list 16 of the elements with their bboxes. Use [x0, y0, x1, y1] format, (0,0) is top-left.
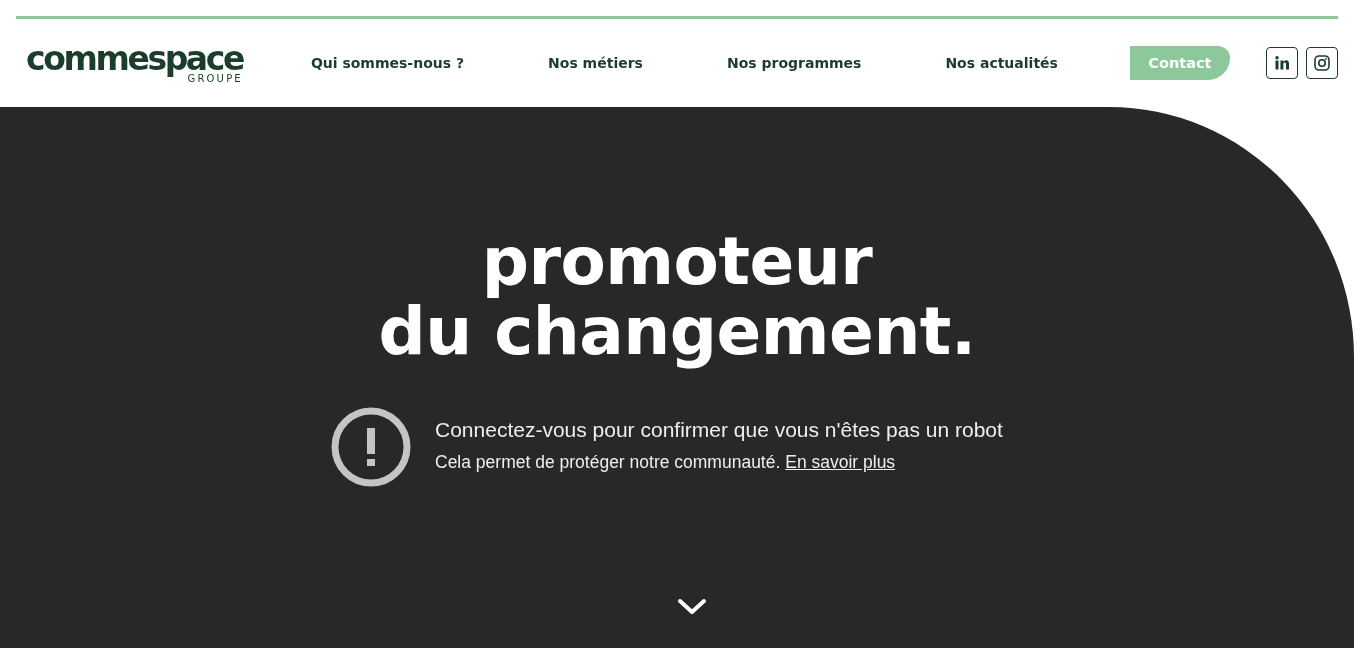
logo[interactable]: commespace GROUPE — [26, 44, 243, 84]
nav-link[interactable]: Nos actualités — [945, 55, 1058, 71]
nav-link[interactable]: Nos programmes — [726, 55, 862, 71]
notice-text: Cela permet de protéger notre communauté. En savoir plus — [435, 452, 897, 473]
hero-heading: du changement. — [378, 297, 976, 367]
alert-icon — [331, 407, 411, 487]
hero-heading: promoteur — [481, 227, 873, 297]
nav-link[interactable]: Nos métiers — [548, 55, 643, 71]
nav-link[interactable]: Qui sommes-nous ? — [310, 55, 465, 71]
chevron-down-icon[interactable] — [677, 598, 707, 616]
learn-more-link[interactable]: En savoir plus — [785, 452, 896, 472]
instagram-button[interactable] — [1306, 47, 1338, 79]
instagram-icon — [1314, 55, 1330, 71]
notice-title: Connectez-vous pour confirmer que vous n'êtes pas un robot — [435, 418, 1003, 442]
linkedin-button[interactable] — [1266, 47, 1298, 79]
linkedin-icon — [1275, 56, 1289, 70]
